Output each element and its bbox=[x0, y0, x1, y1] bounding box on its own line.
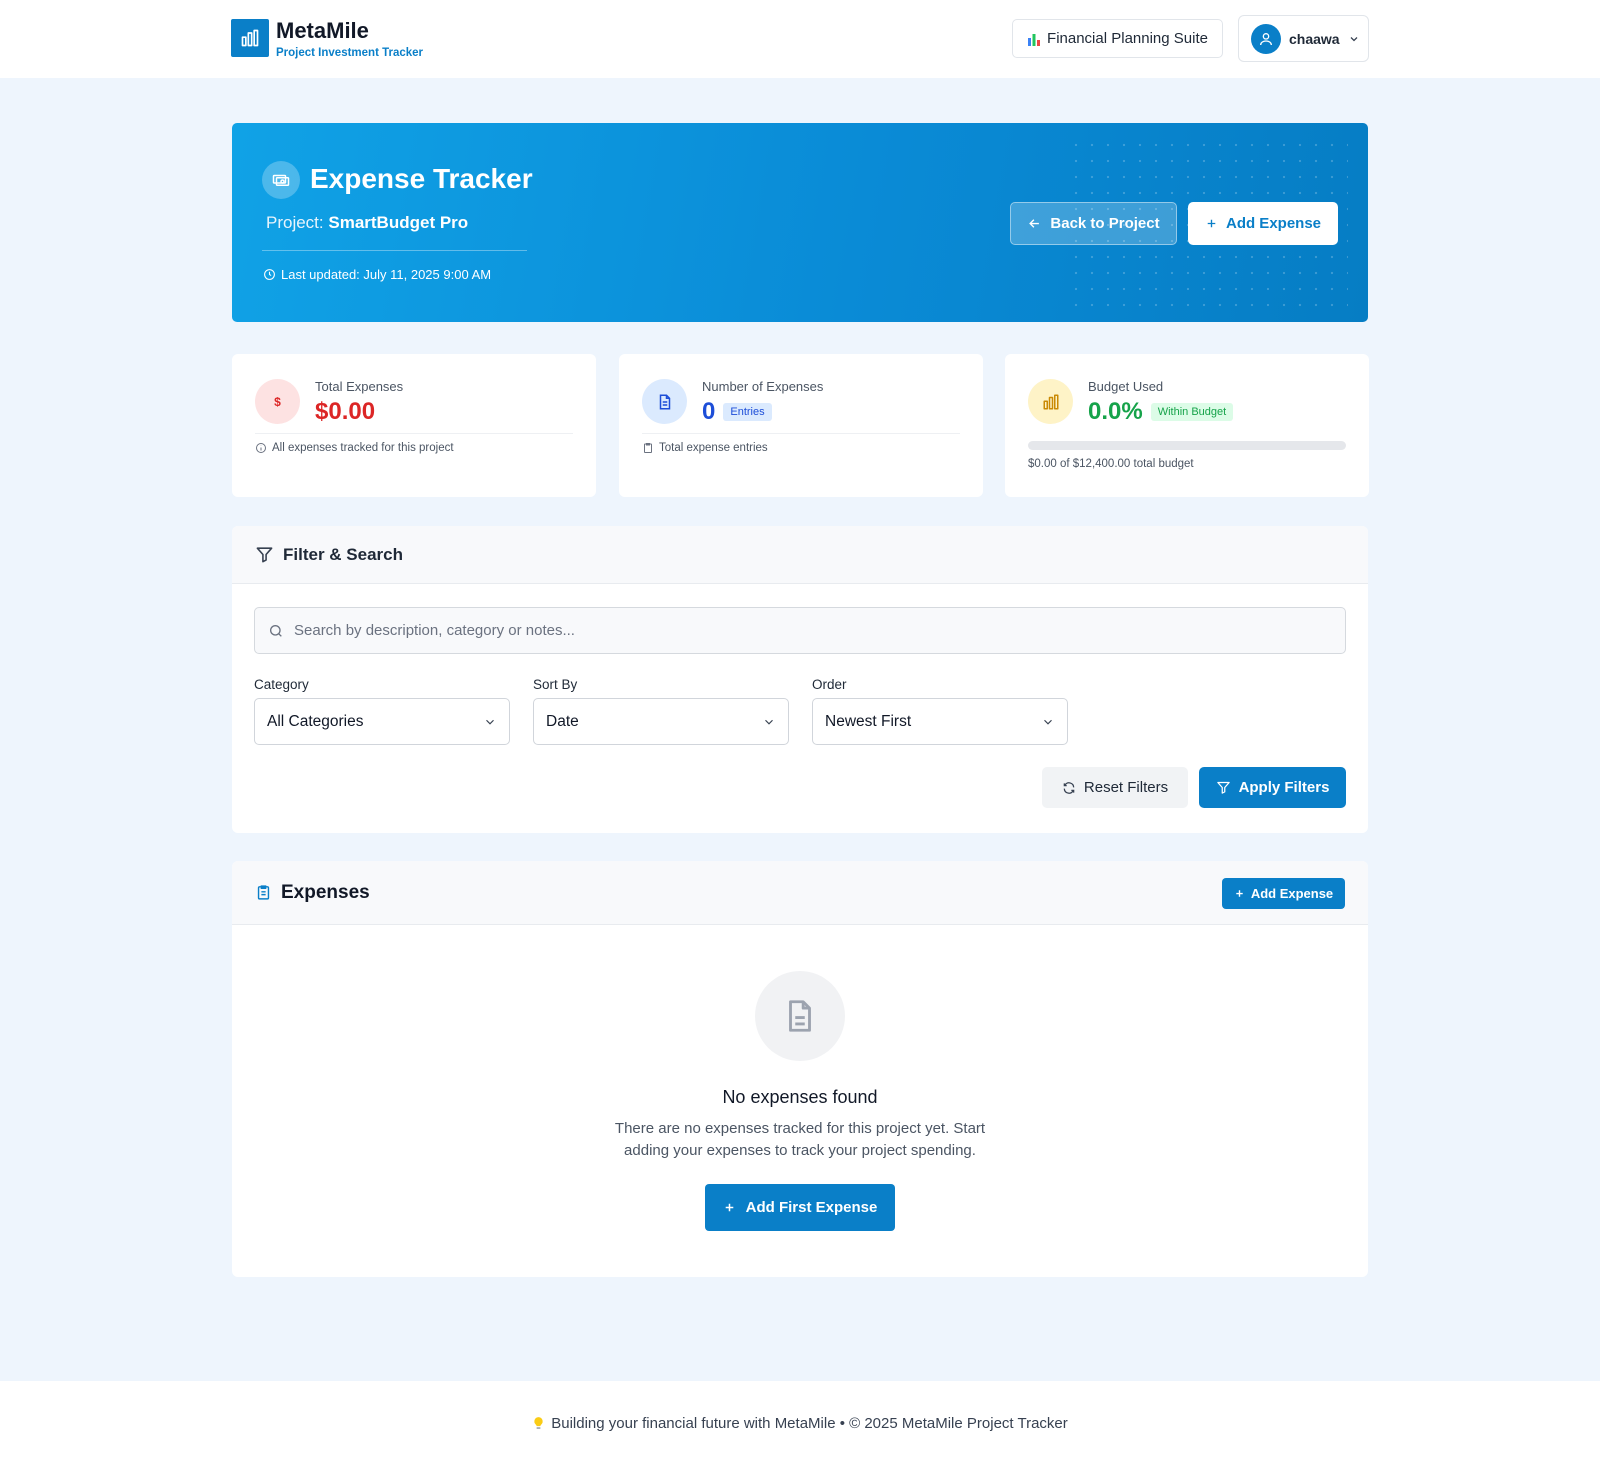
expenses-title: Expenses bbox=[281, 881, 370, 903]
filter-icon bbox=[256, 547, 273, 563]
user-menu-button[interactable]: chaawa bbox=[1238, 15, 1369, 62]
number-of-expenses-value: 0 Entries bbox=[702, 398, 772, 426]
page-footer: Building your financial future with Meta… bbox=[0, 1381, 1600, 1465]
clock-icon bbox=[264, 269, 275, 280]
reset-filters-button[interactable]: Reset Filters bbox=[1042, 767, 1188, 808]
apply-filters-button[interactable]: Apply Filters bbox=[1199, 767, 1346, 808]
last-updated-text: Last updated: July 11, 2025 9:00 AM bbox=[281, 267, 492, 282]
add-expense-button[interactable]: Add Expense bbox=[1222, 878, 1345, 909]
filter-search-card: Filter & Search Category All Categories … bbox=[232, 526, 1368, 833]
add-expense-hero-button[interactable]: Add Expense bbox=[1188, 202, 1338, 245]
suite-label: Financial Planning Suite bbox=[1047, 30, 1208, 47]
sort-by-select[interactable]: Date bbox=[533, 698, 789, 745]
colored-bar-chart-icon bbox=[1028, 33, 1041, 46]
expenses-card-header: Expenses Add Expense bbox=[232, 861, 1368, 925]
sort-by-value: Date bbox=[546, 712, 579, 730]
bar-chart-icon bbox=[1028, 379, 1073, 424]
brand-subtitle: Project Investment Tracker bbox=[276, 47, 424, 59]
order-value: Newest First bbox=[825, 712, 912, 730]
refresh-icon bbox=[1063, 781, 1075, 794]
total-note-text: All expenses tracked for this project bbox=[272, 442, 454, 454]
filter-card-header: Filter & Search bbox=[232, 526, 1368, 584]
empty-state-text: There are no expenses tracked for this p… bbox=[614, 1120, 986, 1159]
hero-divider bbox=[262, 250, 527, 251]
dollar-glyph: $ bbox=[274, 394, 281, 409]
chevron-down-icon bbox=[765, 719, 773, 725]
project-prefix: Project: bbox=[266, 213, 324, 232]
info-icon bbox=[256, 443, 266, 453]
within-budget-badge: Within Budget bbox=[1150, 403, 1234, 421]
chevron-down-icon bbox=[486, 719, 494, 725]
category-select[interactable]: All Categories bbox=[254, 698, 510, 745]
expense-count: 0 bbox=[702, 398, 716, 425]
order-select[interactable]: Newest First bbox=[812, 698, 1068, 745]
reset-filters-label: Reset Filters bbox=[1083, 779, 1169, 796]
add-button-label: Add Expense bbox=[1225, 215, 1322, 232]
entries-badge: Entries bbox=[723, 403, 772, 421]
filter-title: Filter & Search bbox=[283, 544, 403, 564]
empty-document-icon bbox=[755, 971, 845, 1061]
clipboard-list-icon bbox=[257, 885, 270, 900]
search-field[interactable] bbox=[254, 607, 1346, 654]
budget-used-label: Budget Used bbox=[1088, 379, 1164, 394]
brand-name[interactable]: MetaMile bbox=[276, 18, 369, 44]
add-first-expense-label: Add First Expense bbox=[745, 1199, 878, 1216]
filter-icon bbox=[1216, 781, 1230, 794]
page-title: Expense Tracker bbox=[310, 163, 533, 194]
project-name-line: Project: SmartBudget Pro bbox=[266, 213, 468, 233]
order-label: Order bbox=[812, 677, 847, 692]
divider bbox=[255, 433, 573, 434]
user-avatar-icon bbox=[1251, 23, 1281, 54]
top-navigation-bar: MetaMile Project Investment Tracker Fina… bbox=[0, 0, 1600, 78]
bar-chart-logo-icon[interactable] bbox=[231, 19, 269, 57]
total-expenses-amount: $0.00 bbox=[315, 398, 376, 425]
expenses-card: Expenses Add Expense No expenses found T… bbox=[232, 861, 1368, 1277]
total-expenses-card: $ Total Expenses $0.00 All expenses trac… bbox=[232, 354, 596, 497]
budget-used-card: Budget Used 0.0% Within Budget $0.00 of … bbox=[1005, 354, 1369, 497]
number-of-expenses-label: Number of Expenses bbox=[702, 379, 824, 394]
add-first-expense-button[interactable]: Add First Expense bbox=[705, 1184, 895, 1231]
category-value: All Categories bbox=[267, 712, 364, 730]
project-name: SmartBudget Pro bbox=[328, 213, 469, 232]
divider bbox=[642, 433, 960, 434]
total-expenses-value: $0.00 bbox=[315, 398, 375, 426]
number-of-expenses-note: Total expense entries bbox=[642, 442, 768, 454]
document-icon bbox=[642, 379, 687, 424]
clipboard-icon bbox=[644, 443, 652, 453]
count-note-text: Total expense entries bbox=[659, 442, 768, 454]
arrow-left-icon bbox=[1029, 219, 1040, 228]
search-icon bbox=[270, 624, 282, 637]
plus-icon bbox=[1207, 219, 1216, 228]
plus-icon bbox=[725, 1203, 733, 1212]
add-expense-label: Add Expense bbox=[1250, 886, 1334, 901]
category-label: Category bbox=[254, 677, 309, 692]
expense-tracker-hero: Expense Tracker Project: SmartBudget Pro… bbox=[232, 123, 1368, 322]
empty-state-title: No expenses found bbox=[722, 1087, 878, 1107]
budget-progress-bar bbox=[1028, 441, 1346, 450]
total-expenses-label: Total Expenses bbox=[315, 379, 404, 394]
back-to-project-button[interactable]: Back to Project bbox=[1010, 202, 1177, 245]
chevron-down-icon bbox=[1350, 36, 1358, 41]
plus-icon bbox=[1236, 890, 1243, 897]
number-of-expenses-card: Number of Expenses 0 Entries Total expen… bbox=[619, 354, 983, 497]
budget-used-value: 0.0% Within Budget bbox=[1088, 398, 1234, 426]
back-button-label: Back to Project bbox=[1050, 215, 1160, 232]
chevron-down-icon bbox=[1044, 719, 1052, 725]
apply-filters-label: Apply Filters bbox=[1238, 779, 1330, 796]
budget-percent: 0.0% bbox=[1088, 398, 1143, 425]
financial-planning-suite-button[interactable]: Financial Planning Suite bbox=[1012, 19, 1223, 58]
money-icon bbox=[262, 161, 300, 199]
last-updated: Last updated: July 11, 2025 9:00 AM bbox=[263, 267, 491, 282]
search-input[interactable] bbox=[294, 622, 1294, 639]
user-name: chaawa bbox=[1289, 30, 1340, 47]
total-expenses-note: All expenses tracked for this project bbox=[255, 442, 454, 454]
budget-note: $0.00 of $12,400.00 total budget bbox=[1028, 458, 1194, 470]
sort-by-label: Sort By bbox=[533, 677, 578, 692]
footer-text: Building your financial future with Meta… bbox=[551, 1414, 1068, 1432]
lightbulb-icon bbox=[534, 1416, 543, 1429]
dollar-icon: $ bbox=[255, 379, 300, 424]
